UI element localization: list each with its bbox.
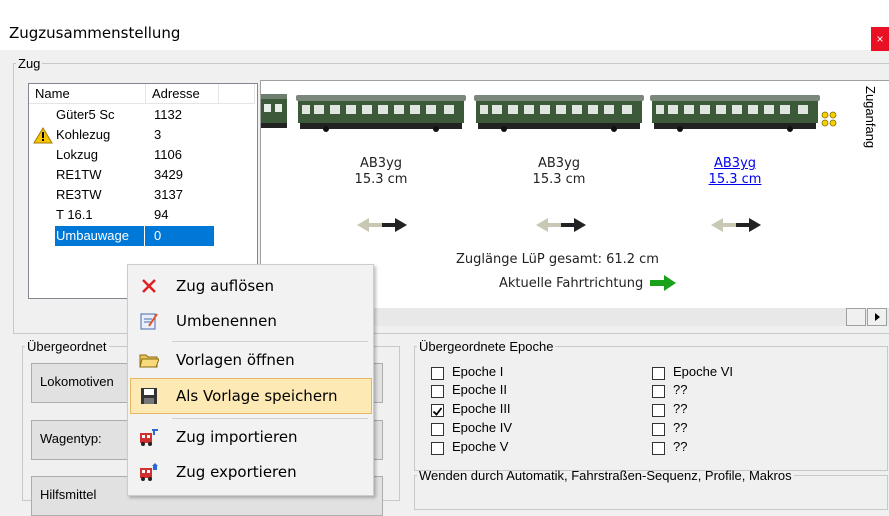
warning-icon: [33, 127, 53, 144]
scroll-right-button[interactable]: [867, 308, 887, 326]
car-type-label: AB3yg: [359, 156, 403, 171]
epoche-label: ??: [673, 420, 688, 435]
car-length-label: 15.3 cm: [532, 172, 586, 187]
epoche-label: Epoche II: [452, 382, 507, 397]
row-address: 1106: [154, 147, 182, 162]
epoche-extra-checkbox[interactable]: [652, 442, 665, 455]
scrollbar-thumb[interactable]: [846, 308, 866, 326]
epoche-i-checkbox[interactable]: [431, 367, 444, 380]
row-name: Kohlezug: [56, 127, 111, 142]
epoche-iv-checkbox[interactable]: [431, 423, 444, 436]
epoche-label: Epoche IV: [452, 420, 512, 435]
car-length-label: 15.3 cm: [354, 172, 408, 187]
car-type-label: AB3yg: [537, 156, 581, 171]
row-address: 94: [154, 207, 169, 222]
table-row-selected[interactable]: Umbauwage 0: [29, 226, 255, 246]
coupling-icon[interactable]: [820, 110, 838, 128]
column-header-name[interactable]: Name: [29, 84, 146, 104]
window-title: Zugzusammenstellung: [9, 24, 181, 42]
menu-separator: [172, 341, 368, 342]
epoche-label: ??: [673, 439, 688, 454]
wagon-direction-arrow-icon[interactable]: [536, 217, 586, 233]
epoche-label: Epoche I: [452, 364, 504, 379]
menu-item-zug-importieren[interactable]: Zug importieren: [131, 420, 371, 454]
row-address: 3429: [154, 167, 183, 182]
context-menu: Zug auflösen Umbenennen Vorlagen öffnen …: [127, 264, 374, 496]
epoche-label: Epoche V: [452, 439, 509, 454]
car-type-link[interactable]: AB3yg: [675, 156, 795, 172]
epoche-v-checkbox[interactable]: [431, 442, 444, 455]
row-name: Güter5 Sc: [56, 107, 115, 122]
column-header-blank: [219, 84, 255, 104]
wagon-partial[interactable]: [261, 94, 287, 130]
zuganfang-label: Zuganfang: [863, 86, 878, 149]
title-bar: Zugzusammenstellung ×: [0, 0, 889, 51]
table-row[interactable]: Kohlezug 3: [29, 125, 255, 145]
direction-green-arrow-icon[interactable]: [650, 275, 676, 291]
row-address: 1132: [154, 107, 182, 122]
wagon-direction-arrow-icon[interactable]: [711, 217, 761, 233]
checkmark-icon: [432, 407, 443, 416]
epoche-label: Epoche III: [452, 401, 511, 416]
uebergeordnet-legend: Übergeordnet: [27, 339, 107, 354]
table-row[interactable]: Lokzug 1106: [29, 145, 255, 165]
table-row[interactable]: Güter5 Sc 1132: [29, 105, 255, 125]
menu-item-als-vorlage-speichern[interactable]: Als Vorlage speichern: [130, 378, 372, 414]
menu-item-zug-aufloesen[interactable]: Zug auflösen: [131, 269, 371, 303]
epoche-ii-checkbox[interactable]: [431, 385, 444, 398]
wagon-1[interactable]: [296, 94, 466, 134]
epoche-extra-checkbox[interactable]: [652, 423, 665, 436]
export-train-icon: [140, 463, 158, 481]
menu-item-zug-exportieren[interactable]: Zug exportieren: [131, 455, 371, 489]
table-row[interactable]: RE3TW 3137: [29, 185, 255, 205]
rename-icon: [140, 313, 158, 330]
menu-item-vorlagen-oeffnen[interactable]: Vorlagen öffnen: [131, 343, 371, 377]
epoche-extra-checkbox[interactable]: [652, 385, 665, 398]
delete-x-icon: [142, 279, 156, 293]
menu-separator: [172, 418, 368, 419]
wagon-3[interactable]: [650, 94, 820, 134]
save-icon: [141, 388, 157, 404]
total-length-text: Zuglänge LüP gesamt: 61.2 cm: [456, 252, 659, 267]
epoche-extra-checkbox[interactable]: [652, 404, 665, 417]
direction-text: Aktuelle Fahrtrichtung: [499, 276, 644, 291]
row-address: 0: [145, 226, 214, 246]
wagon-2[interactable]: [474, 94, 644, 134]
epoche-legend: Übergeordnete Epoche: [419, 339, 554, 354]
epoche-label: ??: [673, 382, 688, 397]
wagon-direction-arrow-icon[interactable]: [357, 217, 407, 233]
close-button[interactable]: ×: [871, 27, 889, 51]
wenden-group: Wenden durch Automatik, Fahrstraßen-Sequ…: [414, 468, 888, 510]
wenden-legend: Wenden durch Automatik, Fahrstraßen-Sequ…: [419, 468, 792, 483]
import-train-icon: [140, 429, 158, 446]
table-row[interactable]: T 16.1 94: [29, 205, 255, 225]
row-name: Lokzug: [56, 147, 98, 162]
scroll-right-arrow-icon: [875, 313, 880, 321]
row-name[interactable]: Umbauwage: [55, 226, 144, 246]
epoche-iii-checkbox[interactable]: [431, 404, 444, 417]
epoche-label: ??: [673, 401, 688, 416]
epoche-vi-checkbox[interactable]: [652, 367, 665, 380]
zug-group-legend: Zug: [18, 56, 41, 71]
table-row[interactable]: RE1TW 3429: [29, 165, 255, 185]
row-name: RE3TW: [56, 187, 102, 202]
row-address: 3137: [154, 187, 183, 202]
column-header-address[interactable]: Adresse: [146, 84, 219, 104]
epoche-label: Epoche VI: [673, 364, 733, 379]
row-address: 3: [154, 127, 162, 142]
folder-open-icon: [139, 354, 159, 368]
menu-item-umbenennen[interactable]: Umbenennen: [131, 304, 371, 338]
row-name: T 16.1: [56, 207, 93, 222]
row-name: RE1TW: [56, 167, 102, 182]
car-length-link[interactable]: 15.3 cm: [675, 172, 795, 188]
